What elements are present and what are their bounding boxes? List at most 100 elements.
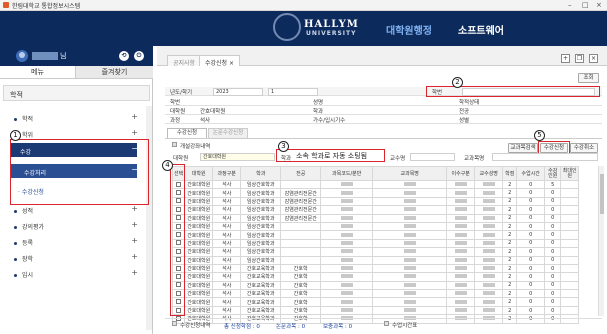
cell-professor [474,179,504,190]
redacted-text [340,240,353,245]
form-row-4 [165,115,602,124]
cell-grad: 간호대학원 [184,272,214,282]
redacted-text [340,282,353,287]
table-row[interactable]: 간호대학원 석사 임상간호학과 감염관리전문간 2 0 0 [171,188,580,198]
course-search-button[interactable]: 교과목검색 [508,143,538,153]
cell-dept: 간호교육학과 [240,263,282,274]
expand-icon[interactable]: + [131,112,138,121]
cell-code [320,297,374,307]
tab-notice[interactable]: 공지사항 [167,55,202,67]
tab-menu[interactable]: 메뉴 [0,66,76,79]
sidebar-item-tuition[interactable]: 등록 [14,238,33,247]
tab-favorites[interactable]: 즐겨찾기 [76,66,153,79]
cell-dept: 임상간호학과 [240,221,282,232]
annotation-badge-1: 1 [10,130,21,141]
cell-code [320,179,374,190]
cell-grad: 간호대학원 [184,297,214,307]
cell-hours: 0 [516,221,546,232]
cell-course [372,213,448,223]
cell-level: 석사 [212,205,242,215]
table-scrollbar[interactable] [598,166,604,316]
cell-grad: 간호대학원 [184,205,214,215]
tab-registration[interactable]: 수강신청 × [199,55,241,67]
cell-dept: 임상간호학과 [240,213,282,223]
menu-software[interactable]: 소프트웨어 [458,22,504,37]
expand-icon[interactable]: + [131,252,138,261]
cell-dept: 간호교육학과 [240,305,282,316]
cell-type [446,205,476,215]
table-row[interactable]: 간호대학원석사간호교육학과간호학200 [171,280,580,291]
year-select[interactable]: 2023 [213,88,263,96]
cell-credit: 2 [502,205,518,215]
expand-icon[interactable]: + [131,268,138,277]
sidebar-item-evaluation[interactable]: 강의평가 [14,222,44,231]
value-grad-school: 간호대학원 [200,109,226,115]
redacted-text [482,266,495,271]
table-row[interactable]: 간호대학원 석사 임상간호학과 감염관리전문간 2 0 0 [171,196,580,207]
cell-credit: 2 [502,188,518,198]
sidebar-item-grades[interactable]: 성적 [14,206,33,215]
redacted-text [454,266,467,271]
restore-icon[interactable]: ❐ [575,54,584,63]
expand-icon[interactable]: + [131,204,138,213]
menu-grad-admin[interactable]: 대학원행정 [386,22,432,37]
table-row[interactable]: 간호대학원 석사 임상간호학과 2 0 0 [171,247,580,257]
expand-icon[interactable]: + [131,220,138,229]
redacted-text [403,299,416,304]
course-filter-input[interactable] [492,153,598,161]
term-select[interactable]: 1 [268,88,318,96]
cell-enrolled: 0 [544,196,562,207]
refresh-icon[interactable]: ⟲ [119,51,129,61]
grad-filter-select[interactable]: 간호대학원 [200,153,275,161]
cell-hours: 0 [516,272,546,282]
table-row[interactable]: 간호대학원 석사 임상간호학과 2 0 0 [171,255,580,265]
table-row[interactable]: 간호대학원 석사 임상간호학과 감염관리전문간 2 0 0 [171,205,580,215]
cell-course [372,205,448,215]
cell-enrolled: 0 [544,297,562,307]
table-row[interactable]: 간호대학원석사간호교육학과간호학200 [171,289,580,299]
sidebar-item-admission[interactable]: 입시 [14,270,33,279]
redacted-text [482,299,495,304]
annotation-badge-4: 4 [162,160,173,171]
annotation-badge-3: 3 [278,141,289,152]
redacted-text [340,190,353,195]
tab-close-icon[interactable]: × [229,60,234,67]
table-row[interactable]: 간호대학원석사간호교육학과간호학200 [171,272,580,282]
minimize-icon[interactable]: – [568,1,572,9]
professor-filter-input[interactable] [410,153,455,161]
maximize-icon[interactable]: □ [582,1,589,9]
expand-icon[interactable]: + [131,128,138,137]
sidebar-item-academic[interactable]: 학적 [14,114,33,123]
table-row[interactable]: 간호대학원석사간호교육학과간호학200 [171,305,580,316]
close-page-icon[interactable]: × [589,54,598,63]
redacted-text [403,198,416,203]
new-window-icon[interactable]: + [561,54,570,63]
cell-level: 석사 [212,221,242,232]
subtab-thesis[interactable]: 논문수강신청 [208,128,248,138]
cancel-button[interactable]: 수강취소 [570,143,598,153]
table-row[interactable]: 간호대학원석사간호교육학과간호학200 [171,297,580,307]
redacted-text [340,274,353,279]
search-button[interactable]: 조회 [578,73,599,83]
supplement-count: 보충과목 : 0 [323,324,353,330]
subtab-registration[interactable]: 수강신청 [167,128,207,138]
cell-enrolled: 0 [544,255,562,265]
sidebar-item-scholarship[interactable]: 장학 [14,254,33,263]
cell-hours: 0 [516,289,546,299]
table-row[interactable]: 간호대학원 석사 임상간호학과 2 0 0 [171,221,580,232]
logout-icon[interactable]: ⏻ [134,51,144,61]
table-row[interactable]: 간호대학원 석사 임상간호학과 2 0 0 [171,238,580,249]
redacted-text [403,249,416,254]
col-grad: 대학원 [184,166,214,181]
cell-dept: 간호교육학과 [240,289,282,299]
table-row[interactable]: 간호대학원석사간호교육학과간호학200 [171,263,580,274]
table-row[interactable]: 간호대학원 석사 임상간호학과 2 0 0 [171,230,580,240]
label-student-id: 학번 [170,100,181,106]
cell-professor [474,255,504,265]
close-icon[interactable]: × [596,1,602,9]
table-row[interactable]: 간호대학원 석사 임상간호학과 감염관리전문간 2 0 0 [171,213,580,223]
cell-credit: 2 [502,196,518,207]
redacted-text [403,308,416,313]
table-row[interactable]: 간호대학원 석사 임상간호학과 2 0 5 [171,179,580,190]
expand-icon[interactable]: + [131,236,138,245]
